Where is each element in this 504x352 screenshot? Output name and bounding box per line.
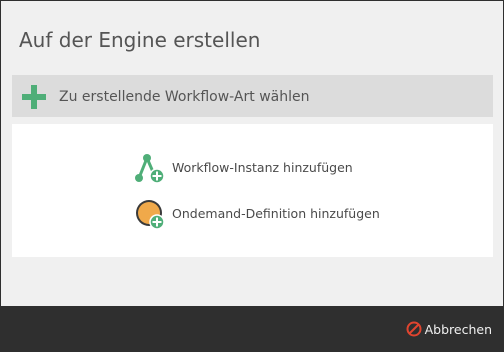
dialog-title: Auf der Engine erstellen [19, 28, 261, 52]
workflow-instance-add-icon [135, 154, 165, 184]
cancel-label: Abbrechen [424, 321, 492, 337]
section-label: Zu erstellende Workflow-Art wählen [59, 89, 310, 105]
workflow-type-options: Workflow-Instanz hinzufügen Ondemand-Def… [12, 124, 493, 257]
create-on-engine-dialog: Auf der Engine erstellen Zu erstellende … [0, 0, 504, 352]
ondemand-definition-add-icon [136, 200, 165, 230]
add-ondemand-definition-label: Ondemand-Definition hinzufügen [172, 206, 380, 221]
workflow-type-section-header: Zu erstellende Workflow-Art wählen [12, 75, 493, 117]
cancel-icon [406, 321, 422, 337]
dialog-body: Auf der Engine erstellen Zu erstellende … [1, 1, 503, 306]
plus-icon [22, 85, 46, 109]
add-ondemand-definition-option[interactable]: Ondemand-Definition hinzufügen [134, 198, 394, 230]
add-workflow-instance-option[interactable]: Workflow-Instanz hinzufügen [134, 152, 374, 184]
add-workflow-instance-label: Workflow-Instanz hinzufügen [172, 160, 353, 175]
cancel-button[interactable]: Abbrechen [406, 319, 492, 339]
dialog-footer: Abbrechen [0, 306, 504, 352]
